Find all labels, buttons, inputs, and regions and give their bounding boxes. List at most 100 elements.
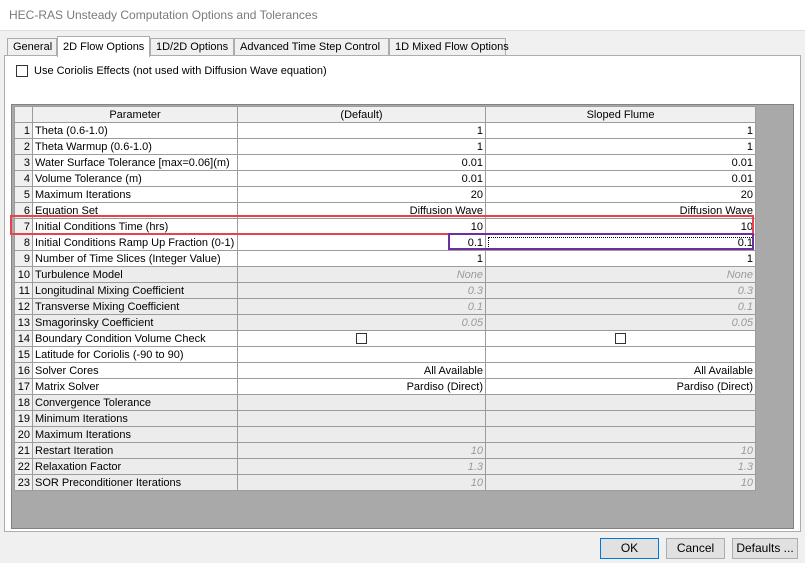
column-header-default[interactable]: (Default) [237, 106, 486, 123]
parameter-name: Initial Conditions Time (hrs) [32, 218, 238, 235]
default-value-cell[interactable]: 1 [237, 250, 486, 267]
default-value-cell[interactable]: 1 [237, 122, 486, 139]
default-value-cell[interactable]: Pardiso (Direct) [237, 378, 486, 395]
default-value-cell[interactable]: 1.3 [237, 458, 486, 475]
table-row: 20 Maximum Iterations [14, 426, 756, 443]
sloped-flume-value-cell[interactable]: 10 [485, 474, 756, 491]
default-value-cell[interactable] [237, 410, 486, 427]
table-row: 6 Equation Set Diffusion Wave Diffusion … [14, 202, 756, 219]
sloped-flume-value-cell[interactable]: 1 [485, 122, 756, 139]
column-header-parameter: Parameter [32, 106, 238, 123]
sloped-flume-value-cell[interactable] [485, 426, 756, 443]
sloped-flume-value-cell[interactable]: 1.3 [485, 458, 756, 475]
sloped-flume-value-cell[interactable]: None [485, 266, 756, 283]
row-number: 15 [14, 346, 33, 363]
parameter-name: Restart Iteration [32, 442, 238, 459]
default-volume-check-cell[interactable] [237, 330, 486, 347]
sloped-flume-value-cell[interactable]: 10 [485, 218, 756, 235]
table-row: 17 Matrix Solver Pardiso (Direct) Pardis… [14, 378, 756, 395]
coriolis-option[interactable]: Use Coriolis Effects (not used with Diff… [16, 65, 327, 77]
table-row: 21 Restart Iteration 10 10 [14, 442, 756, 459]
tab-advanced-time-step-control[interactable]: Advanced Time Step Control [234, 38, 389, 56]
cancel-button[interactable]: Cancel [666, 538, 725, 559]
parameter-name: Initial Conditions Ramp Up Fraction (0-1… [32, 234, 238, 251]
table-row: 9 Number of Time Slices (Integer Value) … [14, 250, 756, 267]
default-value-cell[interactable]: 0.01 [237, 154, 486, 171]
sloped-flume-value-cell[interactable]: 1 [485, 250, 756, 267]
parameter-name: Theta (0.6-1.0) [32, 122, 238, 139]
coriolis-checkbox[interactable] [16, 65, 28, 77]
default-value-cell[interactable]: 0.3 [237, 282, 486, 299]
parameter-name: Turbulence Model [32, 266, 238, 283]
row-number: 8 [14, 234, 33, 251]
default-value-cell[interactable]: 0.01 [237, 170, 486, 187]
sloped-flume-value-cell[interactable]: All Available [485, 362, 756, 379]
parameter-name: Maximum Iterations [32, 186, 238, 203]
column-header-sloped-flume[interactable]: Sloped Flume [485, 106, 756, 123]
parameter-name: Theta Warmup (0.6-1.0) [32, 138, 238, 155]
sloped-flume-value-cell[interactable]: 0.01 [485, 154, 756, 171]
default-value-cell[interactable]: 1 [237, 138, 486, 155]
row-number: 13 [14, 314, 33, 331]
row-number: 1 [14, 122, 33, 139]
parameter-grid-container: Parameter (Default) Sloped Flume 1 Theta… [11, 104, 794, 529]
defaults-button[interactable]: Defaults ... [732, 538, 798, 559]
sloped-flume-value-cell[interactable]: 0.1 [485, 298, 756, 315]
default-value-cell[interactable] [237, 346, 486, 363]
sloped-flume-value-cell[interactable]: 0.1 [485, 234, 756, 251]
default-value-cell[interactable]: 10 [237, 474, 486, 491]
default-value-cell[interactable] [237, 394, 486, 411]
default-value-cell[interactable]: 0.1 [237, 234, 486, 251]
row-number: 16 [14, 362, 33, 379]
row-number: 11 [14, 282, 33, 299]
default-value-cell[interactable]: 10 [237, 218, 486, 235]
table-row: 5 Maximum Iterations 20 20 [14, 186, 756, 203]
default-value-cell[interactable]: 20 [237, 186, 486, 203]
default-value-cell[interactable]: 0.05 [237, 314, 486, 331]
sloped-flume-value-cell[interactable] [485, 346, 756, 363]
default-value-cell[interactable]: All Available [237, 362, 486, 379]
tab-1d-2d-options[interactable]: 1D/2D Options [150, 38, 234, 56]
table-row: 7 Initial Conditions Time (hrs) 10 10 [14, 218, 756, 235]
parameter-name: Solver Cores [32, 362, 238, 379]
table-row: 2 Theta Warmup (0.6-1.0) 1 1 [14, 138, 756, 155]
parameter-name: Water Surface Tolerance [max=0.06](m) [32, 154, 238, 171]
default-value-cell[interactable]: None [237, 266, 486, 283]
parameter-name: Convergence Tolerance [32, 394, 238, 411]
sloped-flume-volume-check-cell[interactable] [485, 330, 756, 347]
sloped-flume-value-cell[interactable] [485, 410, 756, 427]
sloped-flume-value-cell[interactable]: Pardiso (Direct) [485, 378, 756, 395]
table-row: 18 Convergence Tolerance [14, 394, 756, 411]
parameter-name: Smagorinsky Coefficient [32, 314, 238, 331]
row-number-header [14, 106, 33, 123]
row-number: 12 [14, 298, 33, 315]
sloped-flume-value-cell[interactable]: 1 [485, 138, 756, 155]
row-number: 4 [14, 170, 33, 187]
row-number: 20 [14, 426, 33, 443]
tab-2d-flow-options[interactable]: 2D Flow Options [57, 36, 150, 57]
default-value-cell[interactable]: 0.1 [237, 298, 486, 315]
table-row: 8 Initial Conditions Ramp Up Fraction (0… [14, 234, 756, 251]
tab-general[interactable]: General [7, 38, 57, 56]
sloped-flume-value-cell[interactable]: 0.01 [485, 170, 756, 187]
default-value-cell[interactable]: Diffusion Wave [237, 202, 486, 219]
table-row: 12 Transverse Mixing Coefficient 0.1 0.1 [14, 298, 756, 315]
sloped-flume-value-cell[interactable] [485, 394, 756, 411]
window-title: HEC-RAS Unsteady Computation Options and… [9, 8, 318, 22]
parameter-name: Relaxation Factor [32, 458, 238, 475]
row-number: 6 [14, 202, 33, 219]
default-volume-check-checkbox[interactable] [356, 333, 367, 345]
sloped-flume-value-cell[interactable]: Diffusion Wave [485, 202, 756, 219]
sloped-flume-value-cell[interactable]: 0.3 [485, 282, 756, 299]
sloped-flume-value-cell[interactable]: 10 [485, 442, 756, 459]
parameter-name: Maximum Iterations [32, 426, 238, 443]
default-value-cell[interactable] [237, 426, 486, 443]
sloped-flume-value-cell[interactable]: 20 [485, 186, 756, 203]
row-number: 19 [14, 410, 33, 427]
tab-1d-mixed-flow-options[interactable]: 1D Mixed Flow Options [389, 38, 509, 56]
sloped-flume-volume-check-checkbox[interactable] [615, 333, 626, 345]
sloped-flume-value-cell[interactable]: 0.05 [485, 314, 756, 331]
table-row: 3 Water Surface Tolerance [max=0.06](m) … [14, 154, 756, 171]
ok-button[interactable]: OK [600, 538, 659, 559]
default-value-cell[interactable]: 10 [237, 442, 486, 459]
